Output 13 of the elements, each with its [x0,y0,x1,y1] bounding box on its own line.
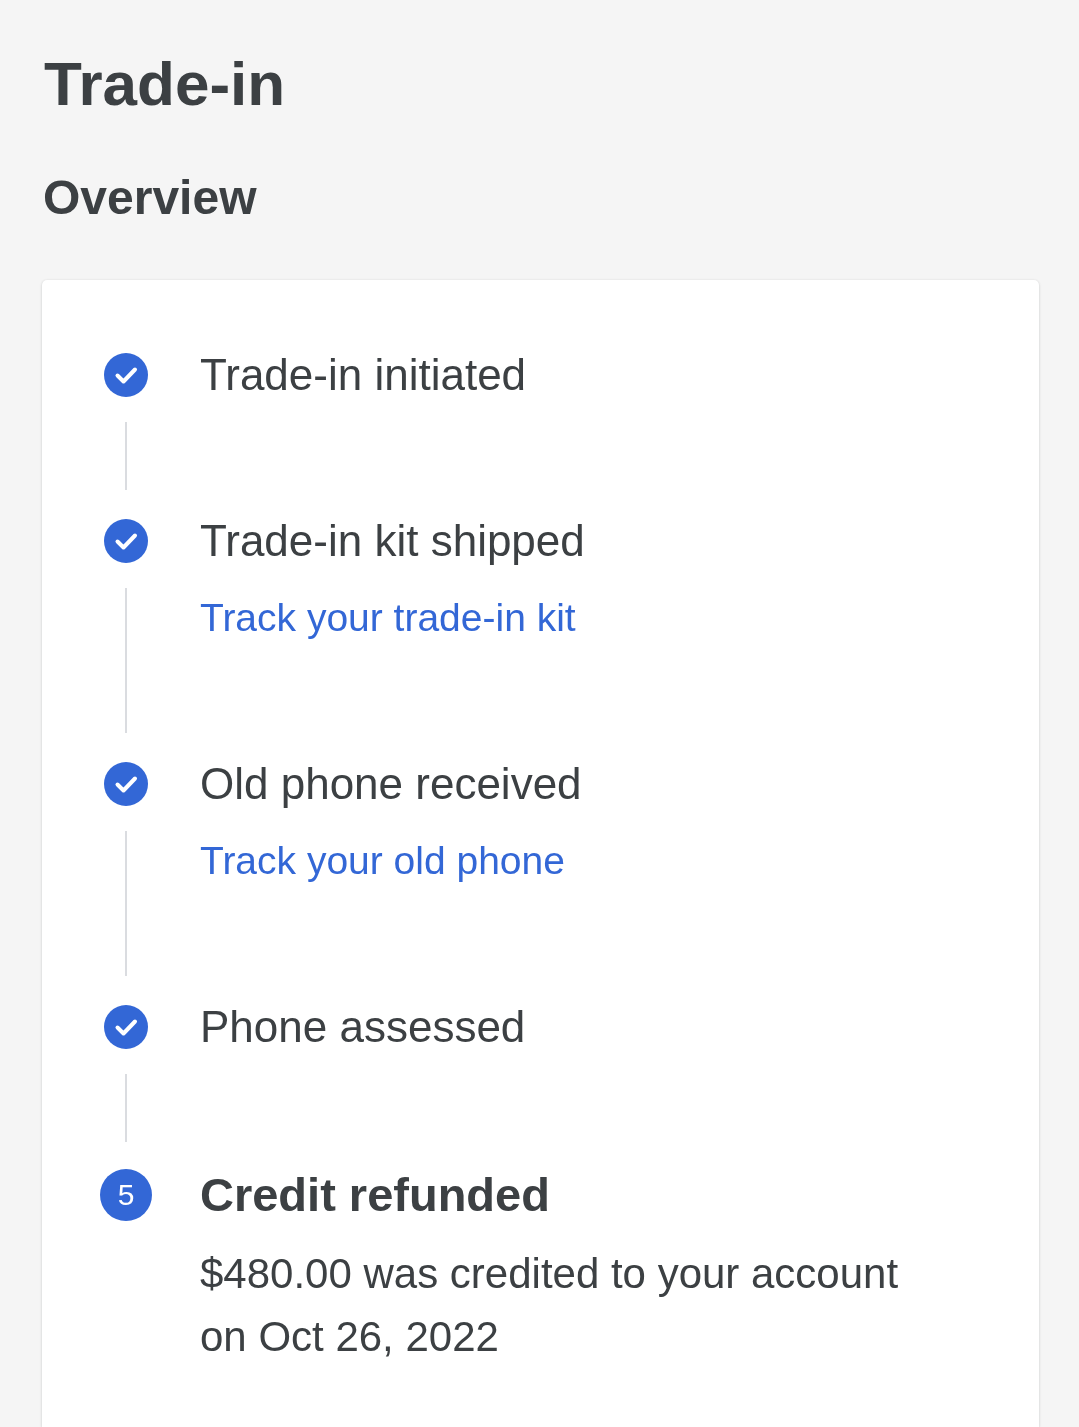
track-link[interactable]: Track your trade-in kit [200,594,576,642]
page-title: Trade-in [44,48,287,120]
step-description: $480.00 was credited to your account on Oct 26, 2022 [200,1249,900,1362]
step-title: Old phone received [200,760,582,808]
step-number: 5 [100,1169,152,1221]
step-title: Phone assessed [200,1003,526,1051]
timeline-connector [125,1074,127,1142]
step-title: Trade-in initiated [200,351,527,399]
step-title: Credit refunded [200,1169,551,1221]
section-title: Overview [43,170,258,226]
step-title: Trade-in kit shipped [200,517,585,565]
track-link[interactable]: Track your old phone [200,837,565,885]
timeline-connector [125,422,127,490]
